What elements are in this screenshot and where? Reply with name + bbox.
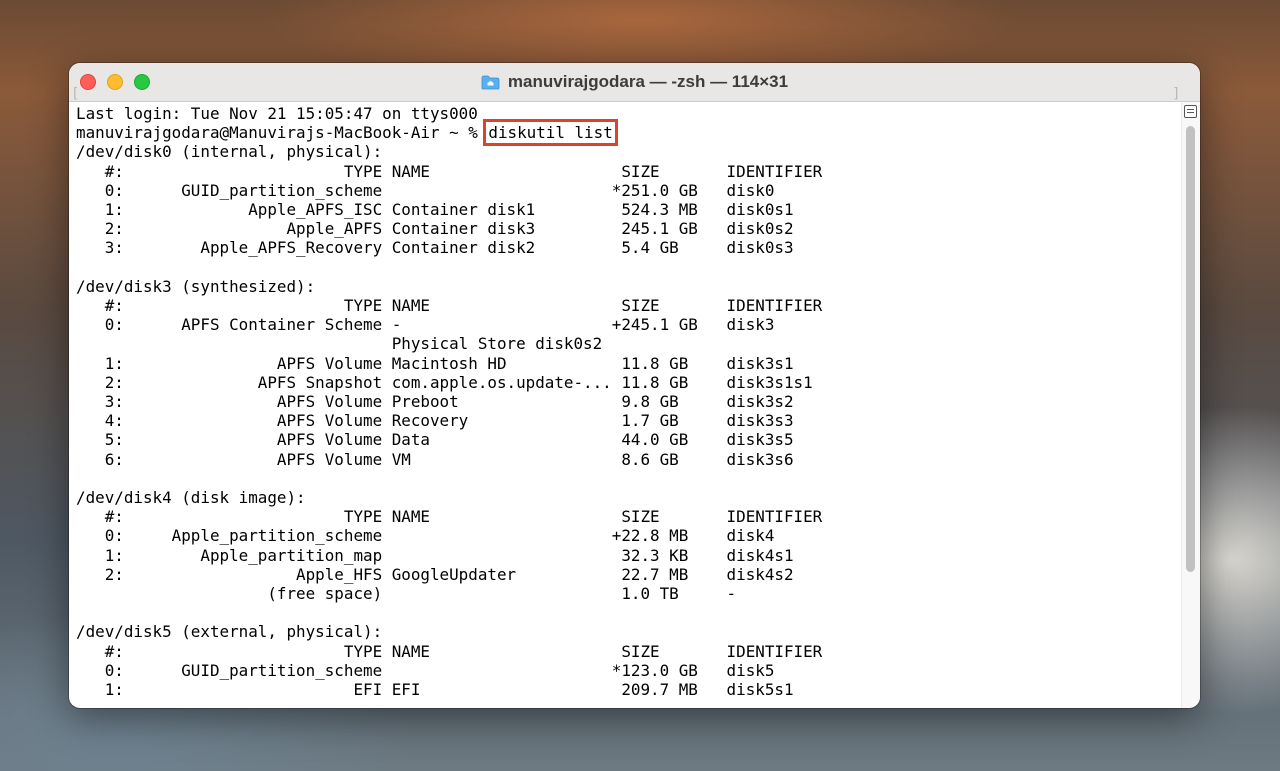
terminal-text[interactable]: Last login: Tue Nov 21 15:05:47 on ttys0… [76,104,1182,699]
login-line: Last login: Tue Nov 21 15:05:47 on ttys0… [76,104,478,123]
vertical-scrollbar[interactable] [1181,102,1200,708]
command-output: /dev/disk0 (internal, physical): #: TYPE… [76,142,823,700]
window-title-text: manuvirajgodara — -zsh — 114×31 [507,72,789,91]
window-title: manuvirajgodara — -zsh — 114×31 [69,63,1200,101]
shell-prompt: manuvirajgodara@Manuvirajs-MacBook-Air ~… [76,123,488,143]
home-folder-icon [481,75,500,90]
terminal-content[interactable]: Last login: Tue Nov 21 15:05:47 on ttys0… [69,102,1182,708]
marks-toggle-icon[interactable] [1184,105,1197,118]
highlighted-command: diskutil list [483,119,618,147]
terminal-window: manuvirajgodara — -zsh — 114×31 Last log… [69,63,1200,708]
title-bar[interactable]: manuvirajgodara — -zsh — 114×31 [69,63,1200,102]
scrollbar-thumb[interactable] [1186,126,1195,572]
prompt-mark-left: [ [71,86,80,102]
prompt-mark-right: ] [1172,86,1181,102]
